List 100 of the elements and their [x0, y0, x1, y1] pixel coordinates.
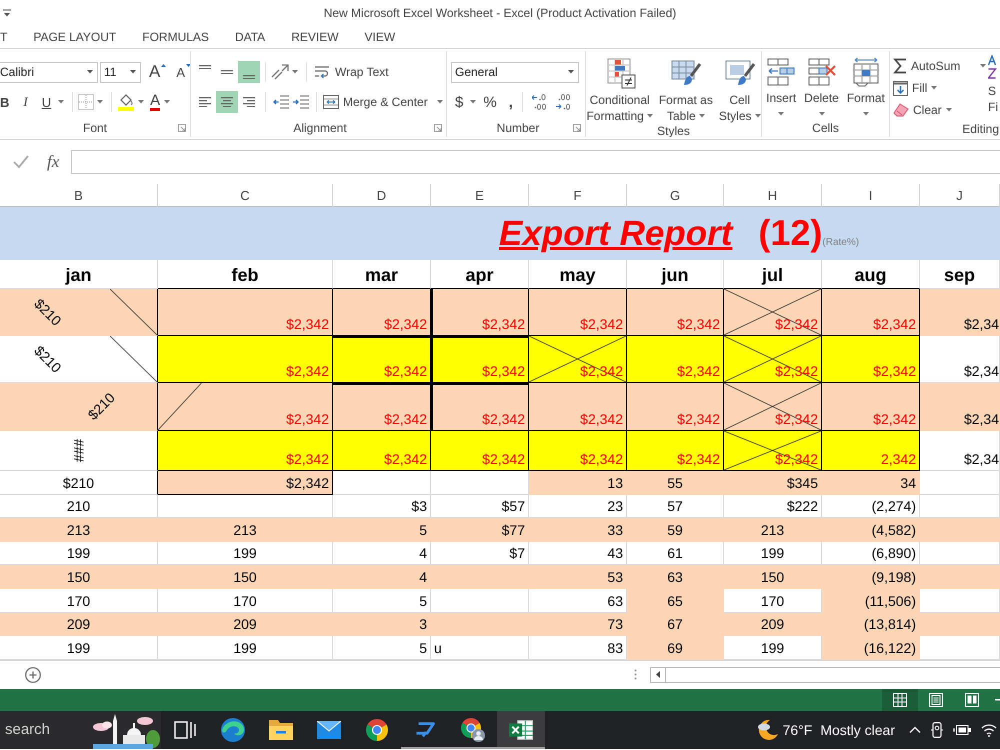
align-center-button[interactable] [216, 91, 238, 113]
ribbon-tab[interactable]: VIEW [352, 26, 408, 46]
comma-style-button[interactable]: , [504, 91, 517, 113]
table-cell: 67 [627, 612, 724, 636]
align-center-icon [221, 96, 233, 108]
caret-icon[interactable] [138, 100, 144, 104]
increase-decimal-icon[interactable] [532, 94, 548, 110]
percent-button[interactable]: % [479, 91, 501, 113]
decrease-indent-icon[interactable] [273, 95, 289, 109]
table-cell: $2,342 [822, 336, 920, 383]
align-middle-icon [221, 70, 233, 74]
device-icon[interactable] [931, 722, 943, 738]
enter-check-icon[interactable] [13, 154, 29, 168]
page-break-icon [965, 692, 979, 707]
caret-icon [436, 100, 443, 104]
zoom-out-icon[interactable] [995, 698, 1000, 701]
dialog-launcher-icon[interactable] [178, 124, 186, 132]
grow-font-button[interactable]: A [147, 61, 168, 83]
bold-button[interactable]: B [0, 91, 14, 113]
spreadsheet-app-button[interactable] [497, 710, 545, 749]
font-color-button[interactable]: A [147, 91, 162, 113]
ribbon-tab[interactable]: FORMULAS [129, 26, 222, 46]
formula-input-field[interactable] [71, 150, 1000, 174]
table-cell: 199 [724, 542, 822, 566]
customize-toolbar-icon[interactable] [3, 8, 11, 16]
ribbon-tab[interactable]: REVIEW [278, 26, 352, 46]
table-cell: $2,342 [431, 336, 529, 383]
caret-icon [818, 112, 824, 116]
ribbon-tab[interactable]: T [0, 26, 20, 46]
report-count: (12) [758, 212, 822, 254]
caret-icon[interactable] [164, 100, 170, 104]
table-cell: (9,198) [822, 565, 920, 589]
fill-bucket-icon[interactable] [117, 93, 136, 111]
merge-center-button[interactable]: Merge & Center [322, 91, 444, 113]
battery-icon[interactable] [953, 724, 971, 735]
caret-icon [862, 112, 869, 116]
horizontal-scrollbar[interactable] [666, 666, 1000, 683]
wrap-text-icon [314, 65, 330, 79]
weather-condition[interactable]: Mostly clear [820, 722, 895, 738]
borders-icon[interactable] [78, 94, 94, 110]
caret-icon[interactable] [58, 100, 64, 104]
table-cell: 199 [158, 542, 333, 566]
autosum-button[interactable]: AutoSum [893, 55, 986, 77]
caret-icon[interactable] [292, 70, 298, 74]
caret-icon[interactable] [470, 100, 476, 104]
clear-button[interactable]: Clear [893, 99, 986, 121]
fill-button[interactable]: Fill [893, 77, 986, 99]
table-cell: 59 [627, 518, 724, 542]
text-orientation-icon[interactable] [271, 64, 289, 80]
ribbon-tab[interactable]: DATA [222, 26, 278, 46]
dialog-launcher-icon[interactable] [434, 124, 442, 132]
wifi-icon[interactable] [981, 722, 997, 737]
add-sheet-icon[interactable] [25, 666, 41, 683]
table-cell: $2,342 [822, 383, 920, 431]
normal-view-button[interactable] [882, 688, 918, 711]
table-cell: 33 [529, 518, 627, 542]
ribbon-tab[interactable]: PAGE LAYOUT [20, 26, 130, 46]
table-cell: ### [0, 431, 158, 471]
underline-button[interactable]: U [38, 91, 56, 113]
insert-function-button[interactable]: fx [47, 152, 60, 172]
font-size-dropdown[interactable]: 11 [100, 62, 141, 82]
conditional-formatting-button[interactable]: Conditional Formatting [586, 55, 656, 124]
caret-icon [778, 112, 784, 116]
table-cell: 23 [529, 494, 627, 518]
chevron-up-icon[interactable] [909, 726, 921, 734]
caret-icon [646, 114, 653, 118]
table-cell: (16,122) [822, 636, 920, 660]
delete-button[interactable]: Delete [800, 55, 843, 116]
italic-button[interactable]: I [19, 91, 32, 113]
splitter-handle-icon[interactable] [634, 669, 637, 680]
shrink-font-button[interactable]: A [174, 61, 190, 83]
round-browser-icon [366, 718, 388, 741]
align-bottom-button[interactable] [238, 61, 260, 83]
scroll-left-button[interactable] [650, 666, 666, 683]
caret-icon[interactable] [97, 100, 104, 104]
decrease-decimal-icon[interactable] [556, 94, 572, 110]
moon-cloud-icon[interactable] [756, 718, 779, 741]
search-field[interactable]: search [0, 710, 161, 749]
temperature-text[interactable]: 76°F [782, 722, 812, 738]
table-cell: $345 [724, 471, 822, 495]
dialog-launcher-icon[interactable] [573, 124, 581, 132]
caret-icon [946, 108, 952, 112]
number-format-dropdown[interactable]: General [451, 62, 579, 82]
font-name-dropdown[interactable]: Calibri [0, 62, 98, 82]
eraser-icon [893, 103, 909, 117]
table-cell: 57 [627, 494, 724, 518]
table-cell: 170 [158, 588, 333, 613]
cell-styles-button[interactable]: Cell Styles [716, 55, 761, 124]
increase-indent-icon[interactable] [293, 95, 309, 109]
insert-button[interactable]: Insert [762, 55, 800, 116]
caret-icon [698, 114, 705, 118]
table-cell: 210 [0, 494, 158, 518]
format-as-table-button[interactable]: Format as Table [656, 55, 716, 124]
currency-button[interactable]: $ [451, 91, 468, 113]
sort-filter-button[interactable]: S Fi [988, 55, 998, 115]
caret-icon [87, 70, 93, 74]
table-cell: 209 [158, 612, 333, 636]
format-button[interactable]: Format [842, 55, 889, 116]
wrap-text-button[interactable]: Wrap Text [312, 61, 391, 83]
table-cell: 4 [333, 565, 431, 589]
